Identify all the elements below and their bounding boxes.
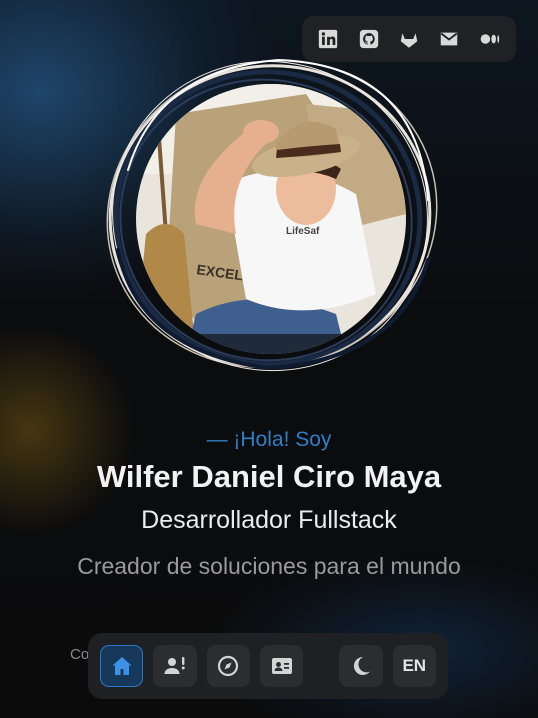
nav-about-button[interactable]	[153, 645, 197, 687]
profile-role: Desarrollador Fullstack	[141, 506, 397, 534]
partial-footer-text: Co	[70, 646, 90, 663]
compass-icon	[218, 655, 239, 677]
language-label: EN	[402, 656, 427, 675]
mail-icon[interactable]	[436, 26, 462, 52]
theme-toggle-button[interactable]	[339, 645, 383, 687]
gitlab-icon[interactable]	[396, 26, 422, 52]
about-icon	[164, 657, 185, 674]
profile-name: Wilfer Daniel Ciro Maya	[96, 459, 442, 494]
github-icon[interactable]	[356, 26, 382, 52]
bottom-nav-dock: EN	[88, 633, 448, 699]
nav-explore-button[interactable]	[206, 645, 251, 687]
nav-home-button[interactable]	[100, 645, 144, 687]
medium-icon[interactable]	[477, 26, 503, 52]
moon-icon	[353, 656, 370, 675]
profile-avatar: EXCELSO LifeSaf	[98, 50, 442, 380]
greeting-text: — ¡Hola! Soy	[206, 428, 332, 451]
linkedin-icon[interactable]	[315, 26, 341, 52]
nav-contact-button[interactable]	[260, 645, 304, 687]
scribble-ring	[106, 58, 438, 372]
home-icon	[112, 657, 132, 675]
language-toggle-button[interactable]: EN	[392, 645, 436, 687]
contact-card-icon	[271, 658, 292, 674]
profile-tagline: Creador de soluciones para el mundo	[77, 553, 461, 579]
